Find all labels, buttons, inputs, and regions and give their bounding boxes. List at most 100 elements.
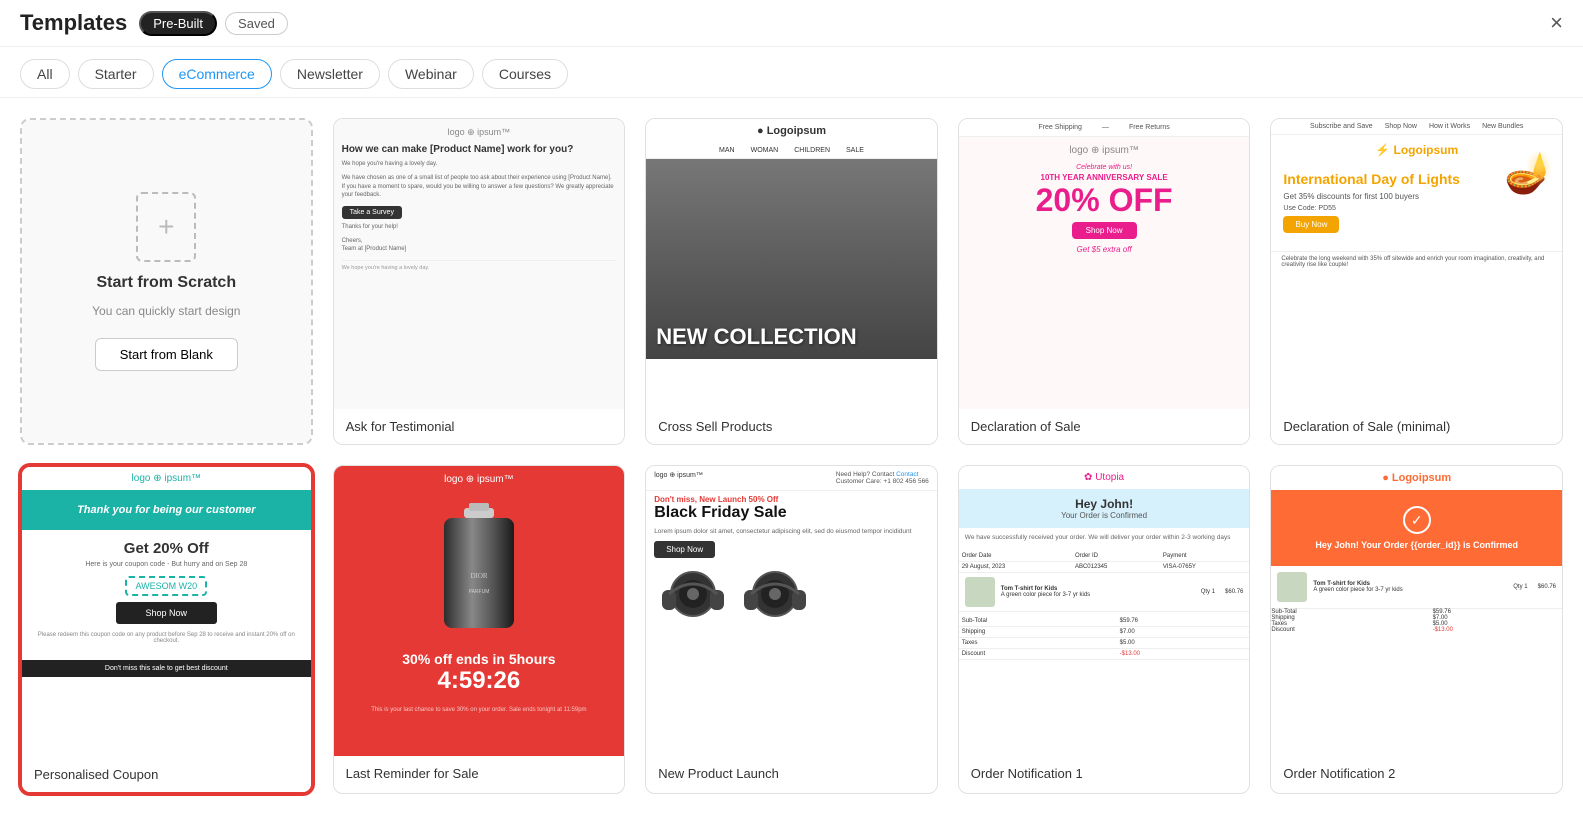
order-notification-2-label: Order Notification 2 <box>1271 756 1562 791</box>
headphones-2-icon <box>736 566 814 636</box>
order1-hey: Hey John! <box>967 497 1242 511</box>
start-blank-button[interactable]: Start from Blank <box>95 338 238 371</box>
page-title: Templates <box>20 10 127 36</box>
coupon-shop-btn: Shop Now <box>116 602 218 624</box>
template-card-last-reminder[interactable]: logo ⊕ ipsum™ <box>333 465 626 794</box>
order1-info-table: Order Date Order ID Payment 29 August, 2… <box>959 551 1250 573</box>
order-notification-1-label: Order Notification 1 <box>959 756 1250 791</box>
declaration-sale-minimal-label: Declaration of Sale (minimal) <box>1271 409 1562 444</box>
order2-product-row: Tom T-shirt for Kids A green color piece… <box>1271 566 1562 609</box>
perfume-bottle-icon: DIOR PARFUM <box>434 503 524 633</box>
decl-min-buy-btn: Buy Now <box>1283 216 1339 233</box>
scratch-card[interactable]: + Start from Scratch You can quickly sta… <box>20 118 313 445</box>
ask-thanks: Thanks for your help! <box>342 223 617 231</box>
newprod-header: logo ⊕ ipsum™ Need Help? Contact Contact… <box>646 466 937 491</box>
ask-body2: We have chosen as one of a small list of… <box>342 174 617 199</box>
cross-hero-text: NEW COLLECTION <box>656 325 856 349</box>
order2-check-icon: ✓ <box>1403 506 1431 534</box>
lamp-icon: 🪔 <box>1504 149 1554 196</box>
order2-logo: ● Logoipsum <box>1271 466 1562 490</box>
order-notification-1-preview: ✿ Utopia Hey John! Your Order is Confirm… <box>959 466 1250 756</box>
decl-shop-btn: Shop Now <box>1072 222 1137 239</box>
template-card-new-product-launch[interactable]: logo ⊕ ipsum™ Need Help? Contact Contact… <box>645 465 938 794</box>
declaration-sale-minimal-preview: Subscribe and Save Shop Now How it Works… <box>1271 119 1562 409</box>
cross-nav: MAN WOMAN CHILDREN SALE <box>646 143 937 159</box>
order2-product-image <box>1277 572 1307 602</box>
tab-newsletter[interactable]: Newsletter <box>280 59 380 89</box>
order2-totals-table: Sub-Total$59.76 Shipping$7.00 Taxes$5.00… <box>1271 609 1562 633</box>
coupon-code: AWESOM W20 <box>125 576 207 596</box>
order1-banner: Hey John! Your Order is Confirmed <box>959 489 1250 528</box>
svg-text:DIOR: DIOR <box>470 572 487 580</box>
cross-hero: NEW COLLECTION <box>646 159 937 359</box>
last-reminder-preview: logo ⊕ ipsum™ <box>334 466 625 756</box>
cross-sell-label: Cross Sell Products <box>646 409 937 444</box>
tab-starter[interactable]: Starter <box>78 59 154 89</box>
template-card-personalised-coupon[interactable]: logo ⊕ ipsum™ Thank you for being our cu… <box>20 465 313 794</box>
declaration-sale-preview: Free Shipping — Free Returns logo ⊕ ipsu… <box>959 119 1250 409</box>
table-row: 29 August, 2023 ABC012345 VISA-0765Y <box>959 562 1250 573</box>
ask-headline: How we can make [Product Name] work for … <box>342 144 617 155</box>
template-card-declaration-sale[interactable]: Free Shipping — Free Returns logo ⊕ ipsu… <box>958 118 1251 445</box>
reminder-perfume-area: DIOR PARFUM <box>334 493 625 643</box>
close-button[interactable]: × <box>1550 12 1563 34</box>
table-row: Taxes$5.00 <box>959 638 1250 649</box>
template-card-order-notification-1[interactable]: ✿ Utopia Hey John! Your Order is Confirm… <box>958 465 1251 794</box>
reminder-sub: This is your last chance to save 30% on … <box>334 703 625 717</box>
tab-bar: All Starter eCommerce Newsletter Webinar… <box>0 47 1583 98</box>
template-card-declaration-sale-minimal[interactable]: Subscribe and Save Shop Now How it Works… <box>1270 118 1563 445</box>
tab-ecommerce[interactable]: eCommerce <box>162 59 272 89</box>
decl-logo: logo ⊕ ipsum™ <box>959 137 1250 164</box>
tab-courses[interactable]: Courses <box>482 59 568 89</box>
coupon-logo: logo ⊕ ipsum™ <box>22 467 311 490</box>
ask-testimonial-preview: logo ⊕ ipsum™ How we can make [Product N… <box>334 119 625 409</box>
decl-min-nav: Subscribe and Save Shop Now How it Works… <box>1271 119 1562 135</box>
ask-footer: We hope you're having a lovely day. <box>342 260 617 271</box>
newprod-badge: Don't miss, New Launch 50% Off <box>654 495 929 504</box>
svg-text:PARFUM: PARFUM <box>469 589 490 595</box>
templates-grid: + Start from Scratch You can quickly sta… <box>0 98 1583 814</box>
newprod-headline-area: Don't miss, New Launch 50% Off Black Fri… <box>646 491 937 526</box>
reminder-logo: logo ⊕ ipsum™ <box>334 466 625 493</box>
reminder-text-area: 30% off ends in 5hours 4:59:26 <box>334 643 625 703</box>
ask-body1: We hope you're having a lovely day. <box>342 160 617 168</box>
decl-min-footer: Celebrate the long weekend with 35% off … <box>1271 251 1562 272</box>
order2-product-info: Tom T-shirt for Kids A green color piece… <box>1313 581 1402 593</box>
scratch-icon: + <box>136 192 196 262</box>
prebuilt-tab-button[interactable]: Pre-Built <box>139 11 217 36</box>
coupon-body: Get 20% Off Here is your coupon code - B… <box>22 530 311 660</box>
coupon-footer-bar: Don't miss this sale to get best discoun… <box>22 660 311 677</box>
scratch-title: Start from Scratch <box>97 274 237 292</box>
newprod-headphones-row <box>646 562 937 640</box>
cross-logo: ● Logoipsum <box>646 119 937 143</box>
order1-confirmed: Your Order is Confirmed <box>967 511 1242 520</box>
template-card-cross-sell[interactable]: ● Logoipsum MAN WOMAN CHILDREN SALE NEW … <box>645 118 938 445</box>
coupon-headline: Get 20% Off <box>32 540 301 557</box>
newprod-help-link: Contact <box>896 471 918 478</box>
order1-product-qty: Qty 1 <box>1201 589 1215 595</box>
decl-min-code: Use Code: PD55 <box>1283 205 1550 212</box>
template-card-ask-testimonial[interactable]: logo ⊕ ipsum™ How we can make [Product N… <box>333 118 626 445</box>
order2-product-price: $60.76 <box>1538 584 1556 590</box>
reminder-countdown: 4:59:26 <box>342 667 617 695</box>
ask-survey-btn: Take a Survey <box>342 206 402 219</box>
ask-testimonial-label: Ask for Testimonial <box>334 409 625 444</box>
order1-product-row: Tom T-shirt for Kids A green color piece… <box>959 573 1250 612</box>
newprod-desc: Lorem ipsum dolor sit amet, consectetur … <box>646 528 937 535</box>
template-card-order-notification-2[interactable]: ● Logoipsum ✓ Hey John! Your Order {{ord… <box>1270 465 1563 794</box>
coupon-banner: Thank you for being our customer <box>22 490 311 530</box>
order2-banner: ✓ Hey John! Your Order {{order_id}} is C… <box>1271 490 1562 566</box>
last-reminder-label: Last Reminder for Sale <box>334 756 625 791</box>
table-row: Shipping$7.00 <box>959 627 1250 638</box>
decl-extra: Get $5 extra off <box>959 245 1250 254</box>
tab-webinar[interactable]: Webinar <box>388 59 474 89</box>
coupon-fine: Please redeem this coupon code on any pr… <box>32 632 301 644</box>
personalised-coupon-preview: logo ⊕ ipsum™ Thank you for being our cu… <box>22 467 311 757</box>
personalised-coupon-label: Personalised Coupon <box>22 757 311 792</box>
saved-tab-button[interactable]: Saved <box>225 12 288 35</box>
newprod-shop-btn: Shop Now <box>654 541 715 558</box>
tab-all[interactable]: All <box>20 59 70 89</box>
order2-product-sub: A green color piece for 3-7 yr kids <box>1313 587 1402 593</box>
table-row: Discount-$13.00 <box>1271 627 1562 633</box>
order-notification-2-preview: ● Logoipsum ✓ Hey John! Your Order {{ord… <box>1271 466 1562 756</box>
